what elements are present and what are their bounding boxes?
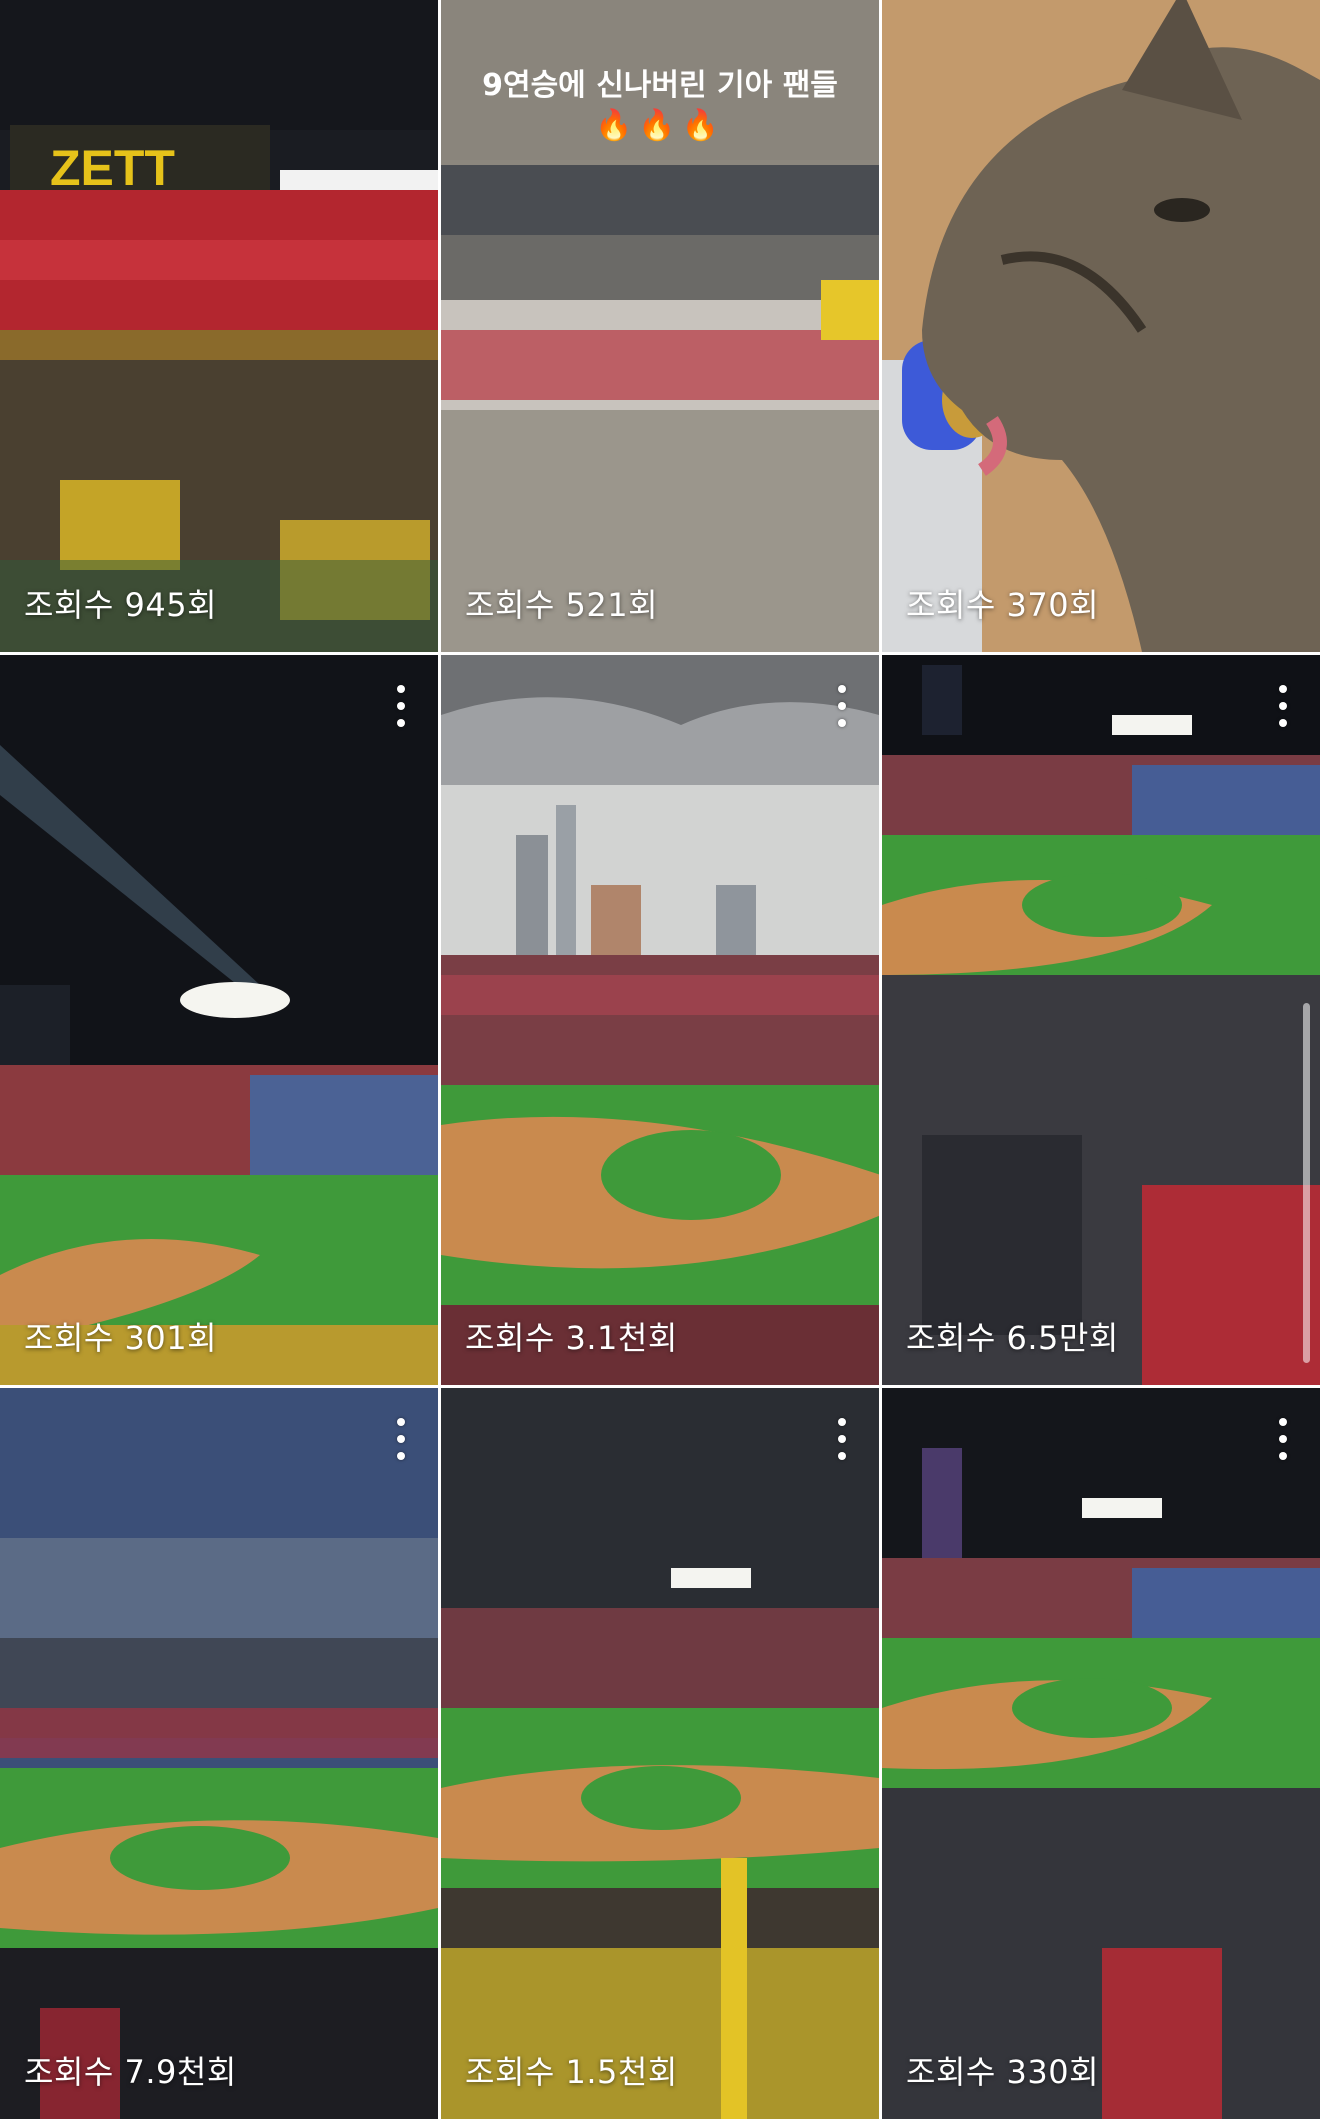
view-count: 조회수 370회 <box>906 586 1100 624</box>
reel-thumbnail-9 <box>882 1388 1320 2119</box>
view-count: 조회수 945회 <box>24 586 218 624</box>
reel-thumbnail-4 <box>0 655 438 1385</box>
reel-tile-9[interactable]: 조회수 330회 <box>882 1388 1320 2119</box>
view-count: 조회수 330회 <box>906 2053 1100 2091</box>
view-count: 조회수 3.1천회 <box>465 1319 678 1357</box>
fire-emoji: 🔥🔥🔥 <box>594 108 726 143</box>
reel-thumbnail-7 <box>0 1388 438 2119</box>
view-count: 조회수 1.5천회 <box>465 2053 678 2091</box>
more-vertical-icon[interactable] <box>1274 685 1292 727</box>
reel-tile-7[interactable]: 조회수 7.9천회 <box>0 1388 438 2119</box>
reel-thumbnail-6 <box>882 655 1320 1385</box>
story-caption: 9연승에 신나버린 기아 팬들 <box>482 68 838 103</box>
more-vertical-icon[interactable] <box>833 1418 851 1460</box>
reel-tile-5[interactable]: 조회수 3.1천회 <box>441 655 879 1385</box>
reel-tile-3[interactable]: 조회수 370회 <box>882 0 1320 652</box>
reel-tile-6[interactable]: 조회수 6.5만회 <box>882 655 1320 1385</box>
more-vertical-icon[interactable] <box>833 685 851 727</box>
reel-thumbnail-5 <box>441 655 879 1385</box>
reel-tile-4[interactable]: 조회수 301회 <box>0 655 438 1385</box>
more-vertical-icon[interactable] <box>392 685 410 727</box>
reel-thumbnail-8 <box>441 1388 879 2119</box>
reel-tile-2[interactable]: 9연승에 신나버린 기아 팬들 🔥🔥🔥 조회수 521회 <box>441 0 879 652</box>
scrollbar[interactable] <box>1303 1003 1310 1363</box>
reels-grid: ZETT 조회수 945회 9연승에 신나버린 기아 팬들 🔥🔥🔥 조회수 52… <box>0 0 1320 2119</box>
reel-thumbnail-3 <box>882 0 1320 652</box>
view-count: 조회수 301회 <box>24 1319 218 1357</box>
view-count: 조회수 521회 <box>465 586 659 624</box>
reel-tile-8[interactable]: 조회수 1.5천회 <box>441 1388 879 2119</box>
reel-thumbnail-1: ZETT <box>0 0 438 652</box>
view-count: 조회수 6.5만회 <box>906 1319 1119 1357</box>
view-count: 조회수 7.9천회 <box>24 2053 237 2091</box>
more-vertical-icon[interactable] <box>1274 1418 1292 1460</box>
svg-text:ZETT: ZETT <box>50 140 175 196</box>
more-vertical-icon[interactable] <box>392 1418 410 1460</box>
reel-tile-1[interactable]: ZETT 조회수 945회 <box>0 0 438 652</box>
